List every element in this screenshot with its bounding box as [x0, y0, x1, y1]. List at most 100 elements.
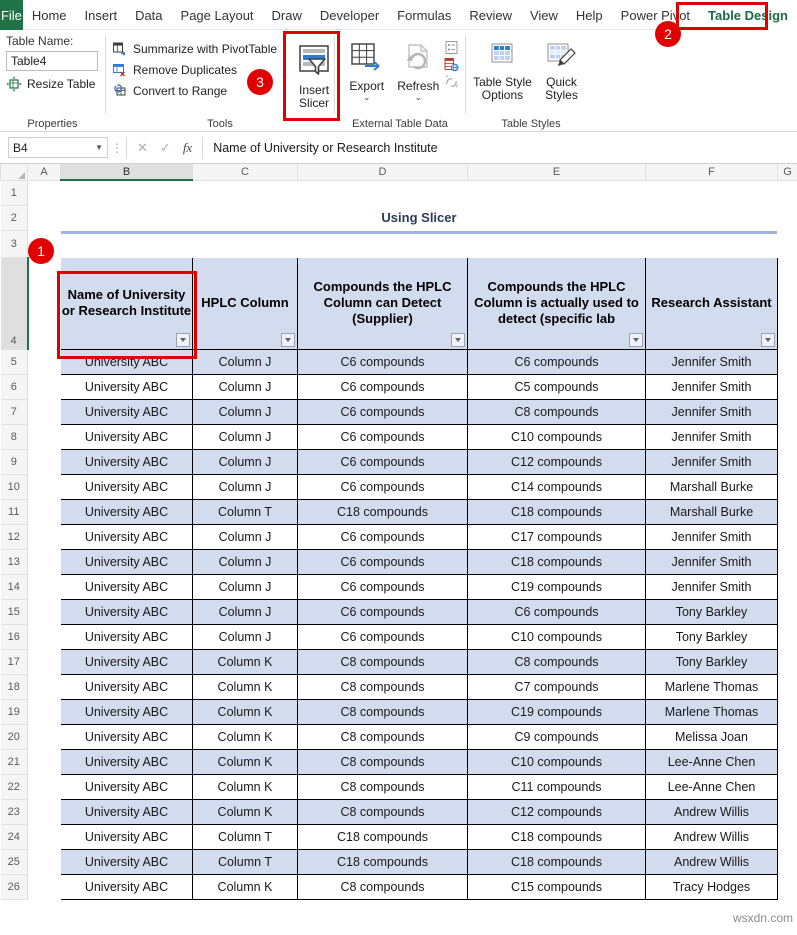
table-cell[interactable]: Andrew Willis: [645, 823, 778, 850]
row-header-22[interactable]: 22: [0, 773, 28, 800]
cell-g1[interactable]: [777, 179, 797, 206]
table-cell[interactable]: University ABC: [60, 598, 193, 625]
cell-g8[interactable]: [777, 423, 797, 450]
table-cell[interactable]: C8 compounds: [467, 398, 646, 425]
row-header-8[interactable]: 8: [0, 423, 28, 450]
table-cell[interactable]: C8 compounds: [297, 773, 468, 800]
cell-a22[interactable]: [27, 773, 61, 800]
row-header-14[interactable]: 14: [0, 573, 28, 600]
table-cell[interactable]: C12 compounds: [467, 448, 646, 475]
table-cell[interactable]: Column K: [192, 873, 298, 900]
table-cell[interactable]: C6 compounds: [297, 373, 468, 400]
table-cell[interactable]: Column J: [192, 573, 298, 600]
cell-g17[interactable]: [777, 648, 797, 675]
tab-developer[interactable]: Developer: [311, 0, 388, 30]
table-cell[interactable]: Jennifer Smith: [645, 348, 778, 375]
table-cell[interactable]: C7 compounds: [467, 673, 646, 700]
table-cell[interactable]: Andrew Willis: [645, 848, 778, 875]
table-cell[interactable]: Marshall Burke: [645, 473, 778, 500]
cell-a20[interactable]: [27, 723, 61, 750]
cell-a2[interactable]: [27, 204, 61, 231]
cell-g11[interactable]: [777, 498, 797, 525]
table-cell[interactable]: Column J: [192, 398, 298, 425]
table-cell[interactable]: C11 compounds: [467, 773, 646, 800]
column-header-e[interactable]: E: [467, 164, 646, 181]
table-cell[interactable]: C6 compounds: [297, 573, 468, 600]
table-cell[interactable]: Tony Barkley: [645, 598, 778, 625]
table-name-input[interactable]: Table4: [6, 51, 98, 71]
table-cell[interactable]: C5 compounds: [467, 373, 646, 400]
table-cell[interactable]: C6 compounds: [297, 423, 468, 450]
table-cell[interactable]: Column K: [192, 698, 298, 725]
table-header-research-assistant[interactable]: Research Assistant: [645, 256, 778, 350]
tab-file[interactable]: File: [0, 0, 23, 30]
cell-a25[interactable]: [27, 848, 61, 875]
row-header-26[interactable]: 26: [0, 873, 28, 900]
table-cell[interactable]: Column J: [192, 473, 298, 500]
table-cell[interactable]: Tony Barkley: [645, 623, 778, 650]
table-cell[interactable]: C8 compounds: [297, 873, 468, 900]
table-cell[interactable]: C9 compounds: [467, 723, 646, 750]
table-cell[interactable]: Column J: [192, 598, 298, 625]
cell-b1[interactable]: [60, 179, 193, 206]
table-cell[interactable]: Marlene Thomas: [645, 698, 778, 725]
tab-data[interactable]: Data: [126, 0, 171, 30]
cell-g15[interactable]: [777, 598, 797, 625]
table-cell[interactable]: C6 compounds: [297, 448, 468, 475]
table-cell[interactable]: University ABC: [60, 523, 193, 550]
table-cell[interactable]: University ABC: [60, 848, 193, 875]
table-cell[interactable]: C15 compounds: [467, 873, 646, 900]
open-in-browser-icon[interactable]: [444, 57, 459, 72]
cell-a4[interactable]: [27, 256, 61, 350]
table-cell[interactable]: Lee-Anne Chen: [645, 748, 778, 775]
tab-table-design[interactable]: Table Design: [699, 0, 797, 30]
table-cell[interactable]: C6 compounds: [297, 473, 468, 500]
table-cell[interactable]: University ABC: [60, 798, 193, 825]
table-cell[interactable]: C12 compounds: [467, 798, 646, 825]
row-header-23[interactable]: 23: [0, 798, 28, 825]
table-cell[interactable]: University ABC: [60, 748, 193, 775]
cell-g21[interactable]: [777, 748, 797, 775]
export-chevron-down-icon[interactable]: ⌄: [363, 93, 371, 102]
table-cell[interactable]: Column J: [192, 348, 298, 375]
cell-g3[interactable]: [777, 229, 797, 258]
table-cell[interactable]: C18 compounds: [297, 848, 468, 875]
table-cell[interactable]: Jennifer Smith: [645, 523, 778, 550]
table-cell[interactable]: Melissa Joan: [645, 723, 778, 750]
cell-a18[interactable]: [27, 673, 61, 700]
table-cell[interactable]: University ABC: [60, 573, 193, 600]
column-header-a[interactable]: A: [27, 164, 61, 181]
table-cell[interactable]: University ABC: [60, 473, 193, 500]
row-header-12[interactable]: 12: [0, 523, 28, 550]
cell-g19[interactable]: [777, 698, 797, 725]
table-cell[interactable]: Column K: [192, 798, 298, 825]
table-cell[interactable]: Column J: [192, 448, 298, 475]
row-header-5[interactable]: 5: [0, 348, 28, 375]
cell-g2[interactable]: [777, 204, 797, 231]
cell-g24[interactable]: [777, 823, 797, 850]
table-cell[interactable]: Column J: [192, 423, 298, 450]
cell-a10[interactable]: [27, 473, 61, 500]
table-header-compounds-specific-lab[interactable]: Compounds the HPLC Column is actually us…: [467, 256, 646, 350]
cell-a14[interactable]: [27, 573, 61, 600]
tab-power-pivot[interactable]: Power Pivot: [612, 0, 699, 30]
table-cell[interactable]: Column J: [192, 623, 298, 650]
tab-help[interactable]: Help: [567, 0, 612, 30]
table-cell[interactable]: C17 compounds: [467, 523, 646, 550]
filter-button-column-3[interactable]: [451, 332, 465, 347]
table-cell[interactable]: C10 compounds: [467, 623, 646, 650]
table-cell[interactable]: University ABC: [60, 373, 193, 400]
cell-g26[interactable]: [777, 873, 797, 900]
cell-g12[interactable]: [777, 523, 797, 550]
table-cell[interactable]: University ABC: [60, 873, 193, 900]
table-cell[interactable]: University ABC: [60, 698, 193, 725]
table-cell[interactable]: C14 compounds: [467, 473, 646, 500]
table-cell[interactable]: University ABC: [60, 548, 193, 575]
select-all-corner[interactable]: [0, 164, 28, 181]
row-header-6[interactable]: 6: [0, 373, 28, 400]
table-cell[interactable]: Andrew Willis: [645, 798, 778, 825]
table-cell[interactable]: Column J: [192, 523, 298, 550]
table-cell[interactable]: University ABC: [60, 498, 193, 525]
row-header-2[interactable]: 2: [0, 204, 28, 231]
table-cell[interactable]: C6 compounds: [467, 598, 646, 625]
